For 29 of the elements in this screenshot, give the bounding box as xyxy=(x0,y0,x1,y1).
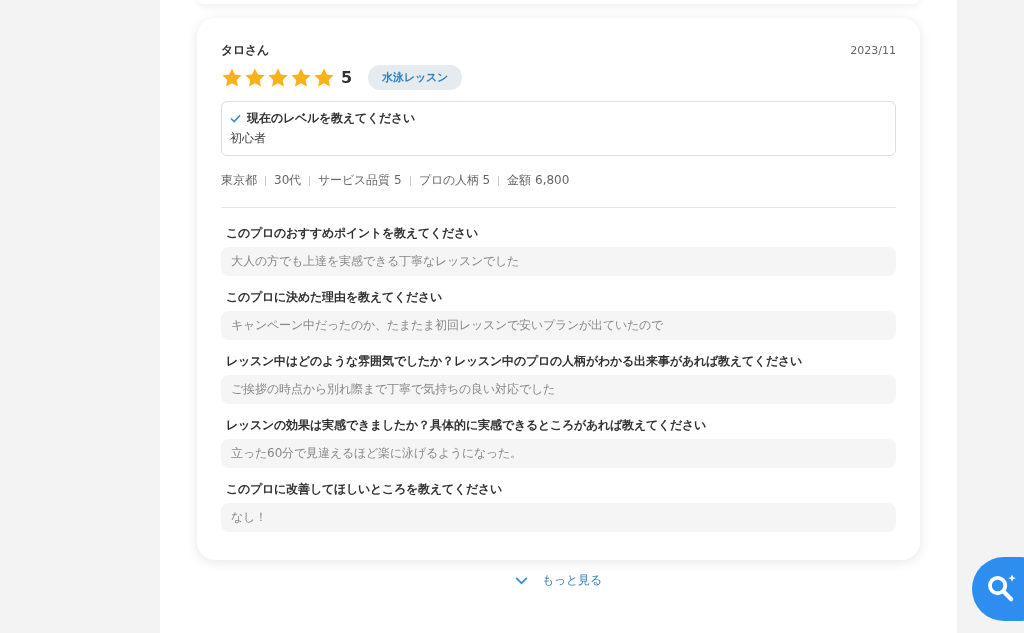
question-text: このプロに改善してほしいところを教えてください xyxy=(226,482,503,497)
question-text: このプロのおすすめポイントを教えてください xyxy=(226,226,479,241)
meta-item: 東京都 xyxy=(221,172,257,189)
level-question: 現在のレベルを教えてください xyxy=(247,110,415,127)
star-icon xyxy=(221,66,243,89)
meta-item: プロの人柄 5 xyxy=(418,172,491,189)
meta-item: 金額 6,800 xyxy=(507,172,570,189)
answer-box: なし！ xyxy=(221,503,896,532)
answer-box: キャンペーン中だったのか、たまたま初回レッスンで安いプランが出ていたので xyxy=(221,311,896,340)
question-text: このプロに決めた理由を教えてください xyxy=(226,290,443,305)
star-icon xyxy=(244,66,266,89)
star-icon xyxy=(313,66,335,89)
lesson-tag: 水泳レッスン xyxy=(368,65,463,90)
question-text: レッスン中はどのような雰囲気でしたか？レッスン中のプロの人柄がわかる出来事があれば教えてください xyxy=(226,354,803,369)
answer-box: ご挨拶の時点から別れ際まで丁寧で気持ちの良い対応でした xyxy=(221,375,896,404)
check-icon xyxy=(230,114,241,123)
chevron-down-icon xyxy=(515,576,528,585)
answer-box: 立った60分で見違えるほど楽に泳げるようになった。 xyxy=(221,439,896,468)
review-date: 2023/11 xyxy=(850,44,896,57)
reviewer-name: タロさん xyxy=(221,42,269,59)
answer-box: 大人の方でも上達を実感できる丁寧なレッスンでした xyxy=(221,247,896,276)
rating-value: 5 xyxy=(341,68,353,87)
meta-item: 30代 xyxy=(274,172,302,189)
show-more-link[interactable]: もっと見る xyxy=(515,572,602,589)
question-text: レッスンの効果は実感できましたか？具体的に実感できるところがあれば教えてください xyxy=(226,418,707,433)
level-answer: 初心者 xyxy=(230,130,267,147)
meta-item: サービス品質 5 xyxy=(318,172,402,189)
star-icon xyxy=(267,66,289,89)
star-icon xyxy=(290,66,312,89)
